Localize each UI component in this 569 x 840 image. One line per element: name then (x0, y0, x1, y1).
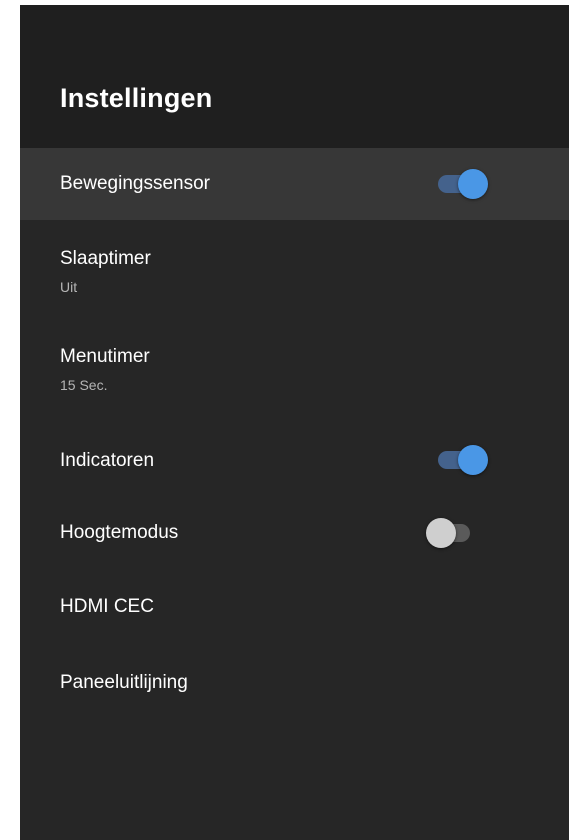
settings-panel: Instellingen Bewegingssensor Slaaptimer … (20, 5, 569, 840)
hoogtemodus-toggle[interactable] (426, 517, 478, 549)
menu-item-label: Slaaptimer (60, 248, 151, 269)
menu-item-hdmi-cec[interactable]: HDMI CEC (20, 580, 569, 636)
toggle-thumb (458, 169, 488, 199)
menu-item-hoogtemodus[interactable]: Hoogtemodus (20, 505, 569, 561)
menu-item-paneeluitlijning[interactable]: Paneeluitlijning (20, 656, 569, 712)
menu-item-slaaptimer[interactable]: Slaaptimer Uit (20, 237, 569, 317)
page-title: Instellingen (60, 83, 213, 113)
menu-item-indicatoren[interactable]: Indicatoren (20, 433, 569, 489)
menu-item-menutimer[interactable]: Menutimer 15 Sec. (20, 335, 569, 415)
menu-item-sublabel: Uit (60, 279, 78, 295)
toggle-thumb (458, 445, 488, 475)
menu-item-label: Paneeluitlijning (60, 672, 188, 693)
menu-item-bewegingssensor[interactable]: Bewegingssensor (20, 148, 569, 220)
indicatoren-toggle[interactable] (436, 444, 488, 476)
menu-item-label: HDMI CEC (60, 596, 154, 617)
menu-item-label: Indicatoren (60, 450, 155, 471)
menu-item-label: Bewegingssensor (60, 173, 210, 194)
menu-item-label: Menutimer (60, 346, 150, 367)
toggle-thumb (426, 518, 456, 548)
menu-item-label: Hoogtemodus (60, 522, 179, 543)
bewegingssensor-toggle[interactable] (436, 168, 488, 200)
settings-header: Instellingen (20, 5, 569, 148)
menu-item-sublabel: 15 Sec. (60, 377, 108, 393)
